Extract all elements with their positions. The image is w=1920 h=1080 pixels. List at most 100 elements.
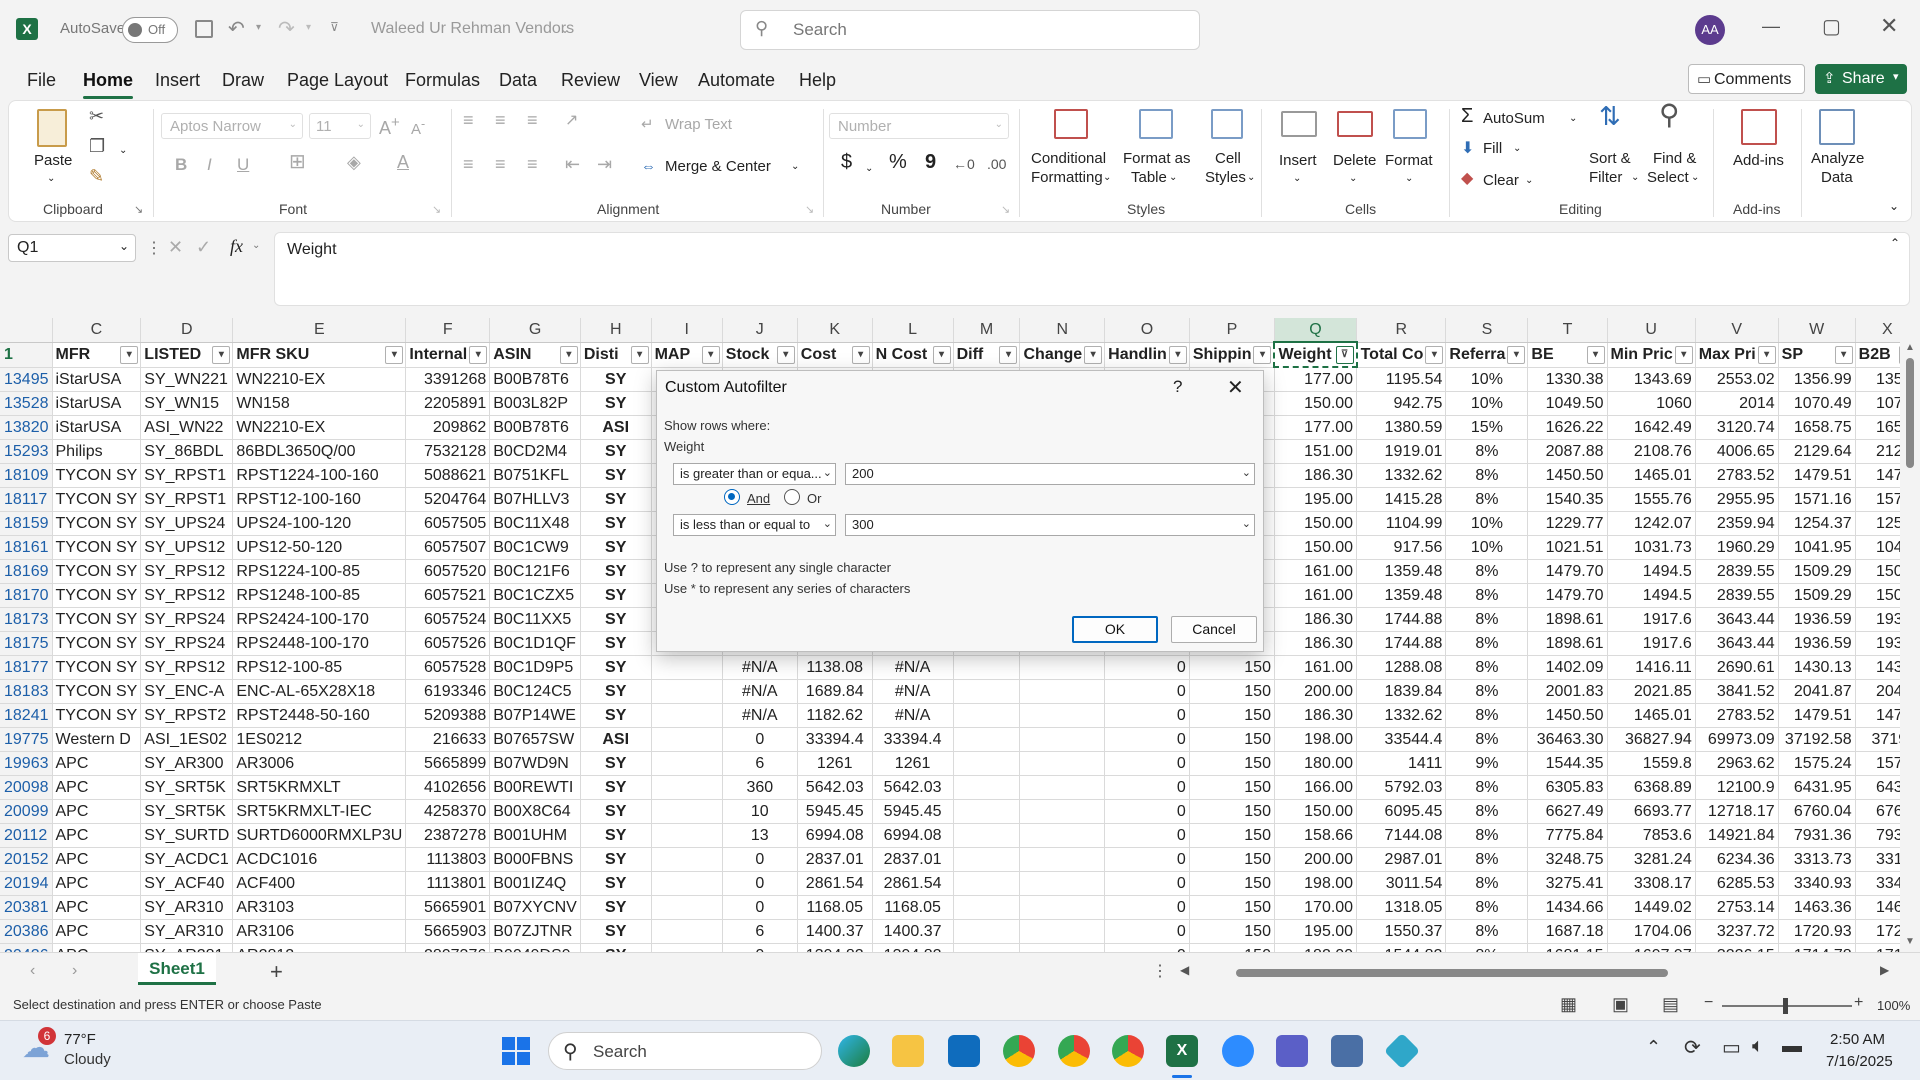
table-cell[interactable] bbox=[1019, 919, 1106, 944]
align-center-icon[interactable]: ≡ bbox=[495, 155, 506, 174]
table-cell[interactable] bbox=[1019, 799, 1106, 824]
table-cell[interactable]: 1960.29 bbox=[1695, 535, 1779, 560]
table-cell[interactable]: 1689.84 bbox=[797, 679, 873, 704]
table-cell[interactable]: RPS2424-100-170 bbox=[232, 607, 407, 632]
table-cell[interactable]: 7532128 bbox=[405, 439, 491, 464]
table-cell[interactable]: 2001.83 bbox=[1527, 679, 1608, 704]
table-cell[interactable]: ENC-AL-65X28X18 bbox=[232, 679, 407, 704]
table-cell[interactable]: TYCON SY bbox=[52, 631, 142, 656]
table-cell[interactable] bbox=[953, 727, 1021, 752]
customize-toolbar-icon[interactable]: ⊽ bbox=[330, 20, 339, 34]
filter-dropdown-icon[interactable]: ▾ bbox=[1084, 345, 1103, 364]
number-launcher-icon[interactable]: ↘ bbox=[1001, 201, 1010, 220]
table-cell[interactable]: 6627.49 bbox=[1527, 799, 1608, 824]
filter-dropdown-icon[interactable]: ▾ bbox=[1674, 345, 1693, 364]
zoom-slider-handle[interactable] bbox=[1783, 998, 1788, 1014]
table-cell[interactable]: 10 bbox=[722, 799, 798, 824]
table-cell[interactable]: 1ES0212 bbox=[232, 727, 407, 752]
table-cell[interactable]: 150 bbox=[1189, 847, 1275, 872]
table-cell[interactable]: SY bbox=[580, 679, 652, 704]
table-cell[interactable]: SY bbox=[580, 583, 652, 608]
table-cell[interactable]: 0 bbox=[722, 847, 798, 872]
table-cell[interactable]: 1168.05 bbox=[797, 895, 873, 920]
ok-button[interactable]: OK bbox=[1072, 616, 1158, 643]
table-cell[interactable]: 1450.50 bbox=[1527, 463, 1608, 488]
network-icon[interactable]: ▭ bbox=[1722, 1035, 1741, 1060]
table-cell[interactable]: 0 bbox=[1104, 751, 1190, 776]
clear-icon[interactable]: ◆ bbox=[1461, 169, 1473, 188]
find-dropdown-icon[interactable]: ⌄ bbox=[1691, 168, 1699, 187]
confirm-entry-icon[interactable]: ✓ bbox=[196, 237, 211, 258]
table-cell[interactable]: 4006.65 bbox=[1695, 439, 1779, 464]
column-title[interactable]: Internal ▾ bbox=[405, 342, 491, 368]
row-header[interactable]: 20426 bbox=[0, 943, 53, 952]
document-title[interactable]: Waleed Ur Rehman Vendors bbox=[371, 20, 574, 38]
table-cell[interactable]: 3391268 bbox=[405, 367, 491, 392]
analyze-data-line2[interactable]: Data bbox=[1821, 168, 1853, 187]
table-cell[interactable]: 12718.17 bbox=[1695, 799, 1779, 824]
table-cell[interactable] bbox=[651, 703, 723, 728]
table-cell[interactable]: 1104.99 bbox=[1356, 511, 1447, 536]
table-cell[interactable]: 13 bbox=[722, 823, 798, 848]
table-cell[interactable]: 0 bbox=[1104, 823, 1190, 848]
table-cell[interactable]: SY bbox=[580, 943, 652, 952]
table-cell[interactable]: 216633 bbox=[405, 727, 491, 752]
table-cell[interactable]: 1559.8 bbox=[1607, 751, 1696, 776]
column-title[interactable]: Disti ▾ bbox=[580, 342, 652, 368]
tab-help[interactable]: Help bbox=[799, 70, 836, 91]
table-cell[interactable]: Western D bbox=[52, 727, 142, 752]
filter-dropdown-icon[interactable]: ▾ bbox=[999, 345, 1018, 364]
table-cell[interactable]: 6431.95 bbox=[1778, 775, 1856, 800]
table-cell[interactable]: 36463.30 bbox=[1527, 727, 1608, 752]
undo-icon[interactable]: ↶ bbox=[228, 16, 245, 41]
table-cell[interactable]: SY_SURTD bbox=[140, 823, 234, 848]
save-icon[interactable] bbox=[195, 20, 213, 38]
table-cell[interactable]: #N/A bbox=[872, 679, 954, 704]
table-cell[interactable]: TYCON SY bbox=[52, 559, 142, 584]
maximize-icon[interactable]: ▢ bbox=[1822, 14, 1841, 39]
table-cell[interactable]: B0C11X48 bbox=[489, 511, 581, 536]
filter-dropdown-icon[interactable]: ▾ bbox=[212, 345, 231, 364]
column-header-g[interactable]: G bbox=[489, 318, 581, 343]
row-header[interactable]: 18173 bbox=[0, 607, 53, 632]
table-cell[interactable]: TYCON SY bbox=[52, 511, 142, 536]
table-cell[interactable] bbox=[1019, 655, 1106, 680]
table-cell[interactable]: AR3103 bbox=[232, 895, 407, 920]
table-cell[interactable]: 1658.75 bbox=[1778, 415, 1856, 440]
table-cell[interactable]: SY_WN15 bbox=[140, 391, 234, 416]
table-cell[interactable]: 2963.62 bbox=[1695, 751, 1779, 776]
row-header[interactable]: 18170 bbox=[0, 583, 53, 608]
table-cell[interactable]: SY_AR310 bbox=[140, 895, 234, 920]
normal-view-icon[interactable]: ▦ bbox=[1560, 994, 1577, 1015]
table-cell[interactable]: 161.00 bbox=[1274, 559, 1358, 584]
table-cell[interactable]: 3643.44 bbox=[1695, 631, 1779, 656]
table-cell[interactable] bbox=[651, 895, 723, 920]
table-cell[interactable]: TYCON SY bbox=[52, 607, 142, 632]
filter-dropdown-icon[interactable]: ▾ bbox=[1586, 345, 1605, 364]
table-cell[interactable]: 1113801 bbox=[405, 871, 491, 896]
add-ins-icon[interactable] bbox=[1741, 109, 1777, 145]
or-radio[interactable] bbox=[784, 489, 800, 505]
table-cell[interactable]: APC bbox=[52, 871, 142, 896]
table-cell[interactable]: Philips bbox=[52, 439, 142, 464]
row-header[interactable]: 18177 bbox=[0, 655, 53, 680]
table-cell[interactable]: SY bbox=[580, 367, 652, 392]
table-cell[interactable]: 6760.04 bbox=[1778, 799, 1856, 824]
table-cell[interactable]: 6057505 bbox=[405, 511, 491, 536]
table-cell[interactable]: 5209388 bbox=[405, 703, 491, 728]
table-cell[interactable]: SY_AR310 bbox=[140, 919, 234, 944]
column-header-k[interactable]: K bbox=[797, 318, 873, 343]
column-title[interactable]: Stock ▾ bbox=[722, 342, 798, 368]
table-cell[interactable]: TYCON SY bbox=[52, 463, 142, 488]
table-cell[interactable]: AR2812 bbox=[232, 943, 407, 952]
table-cell[interactable]: 8% bbox=[1445, 775, 1529, 800]
table-cell[interactable]: B00REWTI bbox=[489, 775, 581, 800]
font-color-icon[interactable]: A bbox=[397, 153, 409, 172]
align-top-icon[interactable]: ≡ bbox=[463, 111, 474, 130]
table-cell[interactable]: 8% bbox=[1445, 655, 1529, 680]
table-cell[interactable]: AR3006 bbox=[232, 751, 407, 776]
increase-indent-icon[interactable]: ⇥ bbox=[597, 155, 612, 174]
autosum-dropdown-icon[interactable]: ⌄ bbox=[1569, 109, 1577, 128]
row-header[interactable]: 20386 bbox=[0, 919, 53, 944]
table-cell[interactable]: 1479.70 bbox=[1527, 583, 1608, 608]
